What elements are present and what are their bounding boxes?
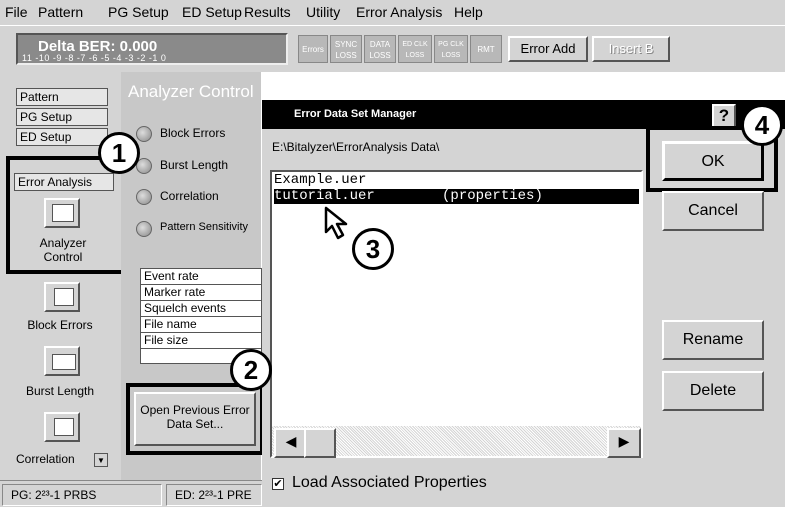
list-item[interactable]: Example.uer — [274, 173, 639, 188]
option-block-errors[interactable]: Block Errors — [160, 126, 225, 140]
menu-file[interactable]: File — [5, 4, 28, 20]
indicator-data-loss: DATA LOSS — [364, 35, 396, 63]
option-pattern-sensitivity[interactable]: Pattern Sensitivity — [160, 221, 248, 233]
callout-4: 4 — [741, 104, 783, 146]
correlation-label[interactable]: Correlation — [16, 452, 75, 466]
correlation-icon[interactable] — [44, 412, 80, 442]
option-correlation[interactable]: Correlation — [160, 189, 219, 203]
scroll-left-icon[interactable]: ◀ — [274, 428, 308, 458]
scroll-down-icon[interactable]: ▼ — [94, 453, 108, 467]
help-icon[interactable]: ? — [712, 104, 736, 128]
open-previous-error-data-set-button[interactable]: Open Previous Error Data Set... — [134, 392, 256, 446]
load-properties-checkbox[interactable]: ✔ — [272, 478, 284, 490]
menu-utility[interactable]: Utility — [306, 4, 340, 20]
rename-button[interactable]: Rename — [662, 320, 764, 360]
insert-b-button[interactable]: Insert B — [592, 36, 670, 62]
radio-correlation[interactable] — [136, 189, 152, 205]
indicator-errors: Errors — [298, 35, 328, 63]
tab-ed-setup[interactable]: ED Setup — [16, 128, 108, 146]
list-item-selected[interactable]: tutorial.uer (properties) — [274, 189, 639, 204]
status-pg: PG: 2²³-1 PRBS — [2, 484, 162, 506]
menu-pg-setup[interactable]: PG Setup — [108, 4, 169, 20]
table-row: Event rate — [141, 269, 263, 285]
menu-results[interactable]: Results — [244, 4, 291, 20]
scroll-right-icon[interactable]: ▶ — [607, 428, 641, 458]
menu-error-analysis[interactable]: Error Analysis — [356, 4, 442, 20]
directory-path: E:\Bitalyzer\ErrorAnalysis Data\ — [272, 140, 440, 154]
menu-bar: File Pattern PG Setup ED Setup Results U… — [0, 0, 785, 26]
indicator-ed-clk-loss: ED CLK LOSS — [398, 35, 432, 63]
menu-ed-setup[interactable]: ED Setup — [182, 4, 242, 20]
callout-2: 2 — [230, 349, 272, 391]
dialog-title: Error Data Set Manager — [294, 108, 417, 120]
radio-pattern-sensitivity[interactable] — [136, 221, 152, 237]
callout-3: 3 — [352, 228, 394, 270]
ok-button[interactable]: OK — [662, 141, 764, 181]
scroll-thumb[interactable] — [304, 428, 336, 458]
error-add-button[interactable]: Error Add — [508, 36, 588, 62]
indicator-pg-clk-loss: PG CLK LOSS — [434, 35, 468, 63]
ber-scale: 11 -10 -9 -8 -7 -6 -5 -4 -3 -2 -1 0 — [22, 53, 167, 63]
burst-length-label[interactable]: Burst Length — [10, 384, 110, 398]
menu-help[interactable]: Help — [454, 4, 483, 20]
menu-pattern[interactable]: Pattern — [38, 4, 83, 20]
analyzer-control-label[interactable]: Analyzer Control — [20, 236, 106, 264]
load-properties-label[interactable]: Load Associated Properties — [292, 474, 487, 492]
horizontal-scrollbar[interactable]: ◀ ▶ — [272, 426, 641, 458]
tab-pg-setup[interactable]: PG Setup — [16, 108, 108, 126]
block-errors-label[interactable]: Block Errors — [10, 318, 110, 332]
table-row: File size — [141, 333, 263, 349]
indicator-rmt: RMT — [470, 35, 502, 63]
table-row: Marker rate — [141, 285, 263, 301]
tab-pattern[interactable]: Pattern — [16, 88, 108, 106]
radio-block-errors[interactable] — [136, 126, 152, 142]
delete-button[interactable]: Delete — [662, 371, 764, 411]
table-row: File name — [141, 317, 263, 333]
burst-length-icon[interactable] — [44, 346, 80, 376]
analyzer-control-icon[interactable] — [44, 198, 80, 228]
cancel-button[interactable]: Cancel — [662, 191, 764, 231]
block-errors-icon[interactable] — [44, 282, 80, 312]
panel-title: Analyzer Control — [128, 82, 254, 101]
callout-1: 1 — [98, 132, 140, 174]
status-ed: ED: 2²³-1 PRE — [166, 484, 262, 506]
indicator-sync-loss: SYNC LOSS — [330, 35, 362, 63]
table-row: Squelch events — [141, 301, 263, 317]
arrow-pointer-icon — [324, 206, 348, 240]
delta-ber-display: Delta BER: 0.000 11 -10 -9 -8 -7 -6 -5 -… — [16, 33, 288, 65]
option-burst-length[interactable]: Burst Length — [160, 158, 228, 172]
